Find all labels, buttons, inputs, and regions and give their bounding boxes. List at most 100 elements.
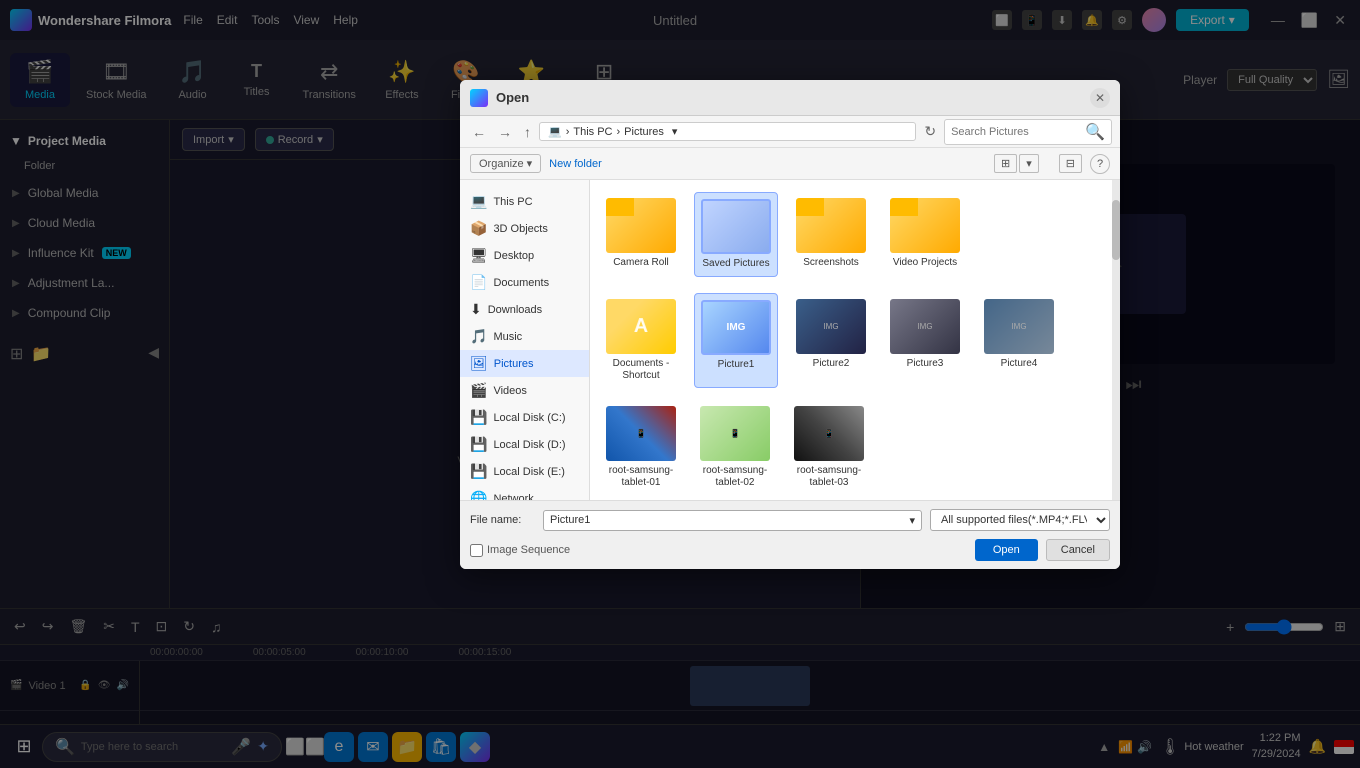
- organize-chevron-icon: ▾: [527, 157, 533, 170]
- picture2-content: IMG: [823, 322, 838, 331]
- filename-chevron-icon[interactable]: ▾: [909, 514, 915, 527]
- open-dialog: Open ✕ ← → ↑ 💻 › This PC › Pictures ▾ ↻ …: [460, 80, 1120, 569]
- samsung01-content: 📱: [636, 429, 646, 438]
- picture3-thumb: IMG: [890, 299, 960, 354]
- file-picture3[interactable]: IMG Picture3: [884, 293, 966, 388]
- desktop-icon: 🖥: [470, 247, 488, 264]
- picture1-label: Picture1: [718, 359, 755, 371]
- dialog-sidebar-local-d[interactable]: 💾 Local Disk (D:): [460, 431, 589, 458]
- cancel-button[interactable]: Cancel: [1046, 539, 1110, 561]
- dialog-sidebar-local-c[interactable]: 💾 Local Disk (C:): [460, 404, 589, 431]
- file-samsung-02[interactable]: 📱 root-samsung-tablet-02: [694, 400, 776, 495]
- 3d-objects-icon: 📦: [470, 220, 487, 237]
- documents-label: Documents: [493, 277, 549, 289]
- dialog-sidebar-local-e[interactable]: 💾 Local Disk (E:): [460, 458, 589, 485]
- dialog-sidebar: 💻 This PC 📦 3D Objects 🖥 Desktop 📄 Docum…: [460, 180, 590, 500]
- help-button[interactable]: ?: [1090, 154, 1110, 174]
- folder-saved-pictures[interactable]: Saved Pictures: [694, 192, 778, 277]
- folder-screenshots[interactable]: Screenshots: [790, 192, 872, 277]
- view-toggle-button[interactable]: ▾: [1019, 154, 1039, 173]
- nav-forward-button[interactable]: →: [494, 122, 516, 142]
- filename-row: File name: ▾ All supported files(*.MP4;*…: [470, 509, 1110, 531]
- dialog-titlebar: Open ✕: [460, 80, 1120, 116]
- music-icon: 🎵: [470, 328, 487, 345]
- picture3-label: Picture3: [907, 358, 944, 370]
- desktop-label: Desktop: [494, 250, 534, 262]
- image-sequence-checkbox[interactable]: [470, 544, 483, 557]
- breadcrumb-pictures[interactable]: Pictures: [624, 126, 664, 138]
- nav-refresh-button[interactable]: ↻: [920, 121, 940, 142]
- samsung03-label: root-samsung-tablet-03: [794, 465, 864, 489]
- folder-camera-roll[interactable]: Camera Roll: [600, 192, 682, 277]
- dialog-sidebar-desktop[interactable]: 🖥 Desktop: [460, 242, 589, 269]
- dialog-sidebar-network[interactable]: 🌐 Network: [460, 485, 589, 500]
- docs-shortcut-thumb: A: [606, 299, 676, 354]
- local-e-icon: 💾: [470, 463, 487, 480]
- new-folder-button[interactable]: New folder: [549, 158, 602, 170]
- videos-icon: 🎬: [470, 382, 487, 399]
- dialog-footer: File name: ▾ All supported files(*.MP4;*…: [460, 500, 1120, 569]
- video-projects-label: Video Projects: [893, 257, 957, 269]
- file-items-grid: A Documents - Shortcut IMG Picture1 IMG: [598, 291, 1112, 497]
- downloads-label: Downloads: [488, 304, 542, 316]
- search-box: 🔍: [944, 119, 1112, 145]
- dialog-sidebar-videos[interactable]: 🎬 Videos: [460, 377, 589, 404]
- local-c-label: Local Disk (C:): [493, 412, 565, 424]
- dialog-sidebar-pictures[interactable]: 🖼 Pictures: [460, 350, 589, 377]
- open-button[interactable]: Open: [975, 539, 1038, 561]
- file-picture1[interactable]: IMG Picture1: [694, 293, 778, 388]
- dialog-sidebar-3d-objects[interactable]: 📦 3D Objects: [460, 215, 589, 242]
- samsung02-label: root-samsung-tablet-02: [700, 465, 770, 489]
- footer-buttons: Open Cancel: [975, 539, 1110, 561]
- image-sequence-text: Image Sequence: [487, 544, 570, 556]
- picture4-thumb: IMG: [984, 299, 1054, 354]
- music-label: Music: [493, 331, 522, 343]
- dialog-sidebar-downloads[interactable]: ⬇ Downloads: [460, 296, 589, 323]
- breadcrumb-separator-1: ›: [566, 126, 570, 138]
- file-samsung-03[interactable]: 📱 root-samsung-tablet-03: [788, 400, 870, 495]
- top-folders-row: Camera Roll Saved Pictures Screenshots V…: [598, 188, 1112, 281]
- file-documents-shortcut[interactable]: A Documents - Shortcut: [600, 293, 682, 388]
- folder-video-projects[interactable]: Video Projects: [884, 192, 966, 277]
- dialog-sidebar-music[interactable]: 🎵 Music: [460, 323, 589, 350]
- open-label: Open: [993, 544, 1020, 556]
- breadcrumb-chevron-icon[interactable]: ▾: [672, 125, 678, 138]
- documents-icon: 📄: [470, 274, 487, 291]
- image-sequence-label[interactable]: Image Sequence: [470, 544, 570, 557]
- dialog-sidebar-documents[interactable]: 📄 Documents: [460, 269, 589, 296]
- nav-back-button[interactable]: ←: [468, 122, 490, 142]
- dialog-logo-icon: [470, 89, 488, 107]
- search-icon: 🔍: [1085, 122, 1105, 142]
- dialog-title: Open: [496, 90, 1090, 105]
- samsung02-thumb: 📱: [700, 406, 770, 461]
- picture3-content: IMG: [917, 322, 932, 331]
- docs-shortcut-label: Documents - Shortcut: [606, 358, 676, 382]
- samsung03-content: 📱: [824, 429, 834, 438]
- filename-input[interactable]: [550, 514, 909, 526]
- file-picture4[interactable]: IMG Picture4: [978, 293, 1060, 388]
- this-pc-label: This PC: [493, 196, 532, 208]
- saved-pictures-thumb: [701, 199, 771, 254]
- dialog-sidebar-this-pc[interactable]: 💻 This PC: [460, 188, 589, 215]
- file-samsung-01[interactable]: 📱 root-samsung-tablet-01: [600, 400, 682, 495]
- search-input[interactable]: [951, 126, 1081, 138]
- organize-button[interactable]: Organize ▾: [470, 154, 541, 173]
- filetype-select[interactable]: All supported files(*.MP4;*.FLV;: [930, 509, 1110, 531]
- view-details-button[interactable]: ⊞: [994, 154, 1017, 173]
- nav-up-button[interactable]: ↑: [520, 122, 535, 142]
- downloads-icon: ⬇: [470, 301, 482, 318]
- pane-button[interactable]: ⊟: [1059, 154, 1082, 173]
- scrollbar-thumb: [1112, 200, 1120, 260]
- new-folder-label: New folder: [549, 158, 602, 170]
- breadcrumb-this-pc[interactable]: This PC: [573, 126, 612, 138]
- footer-actions: Image Sequence Open Cancel: [470, 539, 1110, 561]
- content-scrollbar[interactable]: [1112, 180, 1120, 500]
- dialog-close-button[interactable]: ✕: [1090, 88, 1110, 108]
- file-picture2[interactable]: IMG Picture2: [790, 293, 872, 388]
- picture1-thumb: IMG: [701, 300, 771, 355]
- camera-roll-thumb: [606, 198, 676, 253]
- breadcrumb-icon: 💻: [548, 125, 562, 138]
- camera-roll-label: Camera Roll: [613, 257, 669, 269]
- picture4-label: Picture4: [1001, 358, 1038, 370]
- pictures-label: Pictures: [494, 358, 534, 370]
